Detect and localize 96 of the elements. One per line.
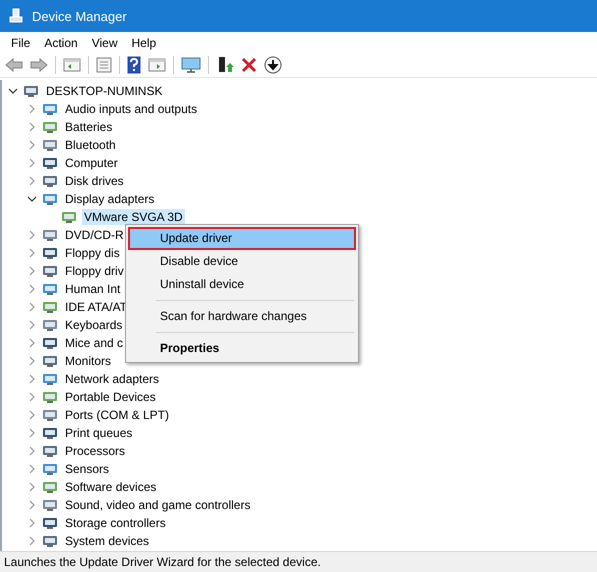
device-icon xyxy=(42,299,58,315)
device-icon xyxy=(42,371,58,387)
device-icon xyxy=(61,209,77,225)
expand-chevron-icon[interactable] xyxy=(27,320,37,330)
expand-chevron-icon[interactable] xyxy=(27,158,37,168)
expand-chevron-icon[interactable] xyxy=(27,284,37,294)
expand-chevron-icon[interactable] xyxy=(27,536,37,546)
expand-chevron-icon[interactable] xyxy=(27,374,37,384)
expand-chevron-icon[interactable] xyxy=(27,356,37,366)
menu-item[interactable]: Properties xyxy=(128,337,356,360)
expand-chevron-icon[interactable] xyxy=(27,338,37,348)
collapse-chevron-icon[interactable] xyxy=(8,86,18,96)
menu-item[interactable]: Scan for hardware changes xyxy=(128,305,356,328)
forward-arrow-icon[interactable] xyxy=(30,57,48,73)
device-icon xyxy=(42,479,58,495)
expand-chevron-icon[interactable] xyxy=(27,464,37,474)
device-icon xyxy=(42,443,58,459)
expand-chevron-icon[interactable] xyxy=(27,266,37,276)
tree-item[interactable]: Audio inputs and outputs xyxy=(63,101,200,117)
expand-chevron-icon[interactable] xyxy=(27,104,37,114)
tree-item[interactable]: Computer xyxy=(63,155,120,171)
tree-item[interactable]: DESKTOP-NUMINSK xyxy=(44,83,164,99)
device-icon xyxy=(42,191,58,207)
tree-item[interactable]: Bluetooth xyxy=(63,137,118,153)
device-icon xyxy=(42,425,58,441)
computer-icon xyxy=(8,8,24,24)
expand-chevron-icon[interactable] xyxy=(27,392,37,402)
expand-chevron-icon[interactable] xyxy=(27,230,37,240)
device-icon xyxy=(42,137,58,153)
menu-item[interactable]: Update driver xyxy=(128,227,356,250)
tree-item[interactable]: Mice and c xyxy=(63,335,126,351)
device-icon xyxy=(42,533,58,549)
expand-chevron-icon[interactable] xyxy=(27,410,37,420)
device-icon xyxy=(42,281,58,297)
collapse-chevron-icon[interactable] xyxy=(27,194,37,204)
tree-item[interactable]: System devices xyxy=(63,533,152,549)
expand-chevron-icon[interactable] xyxy=(27,500,37,510)
tree-item[interactable]: Processors xyxy=(63,443,128,459)
tree-item[interactable]: Ports (COM & LPT) xyxy=(63,407,172,423)
menu-item[interactable]: Action xyxy=(37,34,85,52)
tree-item[interactable]: Floppy driv xyxy=(63,263,126,279)
device-icon xyxy=(42,101,58,117)
device-icon xyxy=(42,119,58,135)
menu-item[interactable]: Uninstall device xyxy=(128,273,356,296)
tree-item[interactable]: Portable Devices xyxy=(63,389,158,405)
close-icon[interactable] xyxy=(241,57,257,73)
expand-chevron-icon[interactable] xyxy=(27,302,37,312)
console-tree-icon[interactable] xyxy=(63,57,81,73)
expand-chevron-icon[interactable] xyxy=(27,428,37,438)
tree-item[interactable]: Human Int xyxy=(63,281,122,297)
tree-item[interactable]: VMware SVGA 3D xyxy=(82,209,185,225)
expand-chevron-icon[interactable] xyxy=(27,518,37,528)
tree-item[interactable]: Floppy dis xyxy=(63,245,122,261)
device-icon xyxy=(42,497,58,513)
expand-chevron-icon[interactable] xyxy=(27,482,37,492)
tree-item[interactable]: Keyboards xyxy=(63,317,124,333)
device-icon xyxy=(42,461,58,477)
tree-item[interactable]: Print queues xyxy=(63,425,134,441)
tree-item[interactable]: IDE ATA/AT xyxy=(63,299,130,315)
device-icon xyxy=(42,155,58,171)
back-arrow-icon[interactable] xyxy=(5,57,23,73)
tree-item[interactable]: Display adapters xyxy=(63,191,156,207)
tree-item[interactable]: Software devices xyxy=(63,479,158,495)
menu-item[interactable]: View xyxy=(84,34,124,52)
tree-item[interactable]: Sensors xyxy=(63,461,112,477)
expand-chevron-icon[interactable] xyxy=(27,248,37,258)
action-pane-icon[interactable] xyxy=(148,57,166,73)
device-icon xyxy=(42,407,58,423)
menu-item[interactable]: Disable device xyxy=(128,250,356,273)
device-icon xyxy=(42,335,58,351)
menu-item[interactable]: Help xyxy=(124,34,164,52)
device-icon xyxy=(42,515,58,531)
window-title: Device Manager xyxy=(32,8,127,24)
tree-item[interactable]: Disk drives xyxy=(63,173,126,189)
properties-sheet-icon[interactable] xyxy=(96,57,112,73)
device-icon xyxy=(42,245,58,261)
expand-chevron-icon[interactable] xyxy=(27,176,37,186)
tree-item[interactable]: Batteries xyxy=(63,119,114,135)
device-icon xyxy=(42,173,58,189)
help-icon[interactable] xyxy=(127,56,141,74)
expand-chevron-icon[interactable] xyxy=(27,140,37,150)
device-icon xyxy=(42,263,58,279)
expand-chevron-icon[interactable] xyxy=(27,446,37,456)
tree-item[interactable]: Monitors xyxy=(63,353,114,369)
tree-item[interactable]: Storage controllers xyxy=(63,515,168,531)
device-icon xyxy=(42,389,58,405)
tree-item[interactable]: Network adapters xyxy=(63,371,162,387)
tree-item[interactable]: Sound, video and game controllers xyxy=(63,497,252,513)
device-icon xyxy=(42,353,58,369)
device-icon xyxy=(42,317,58,333)
device-icon xyxy=(42,227,58,243)
tree-item[interactable]: DVD/CD-R xyxy=(63,227,126,243)
expand-chevron-icon[interactable] xyxy=(27,122,37,132)
device-icon xyxy=(23,83,39,99)
menu-item[interactable]: File xyxy=(4,34,38,52)
status-text: Launches the Update Driver Wizard for the selected device. xyxy=(0,551,597,572)
